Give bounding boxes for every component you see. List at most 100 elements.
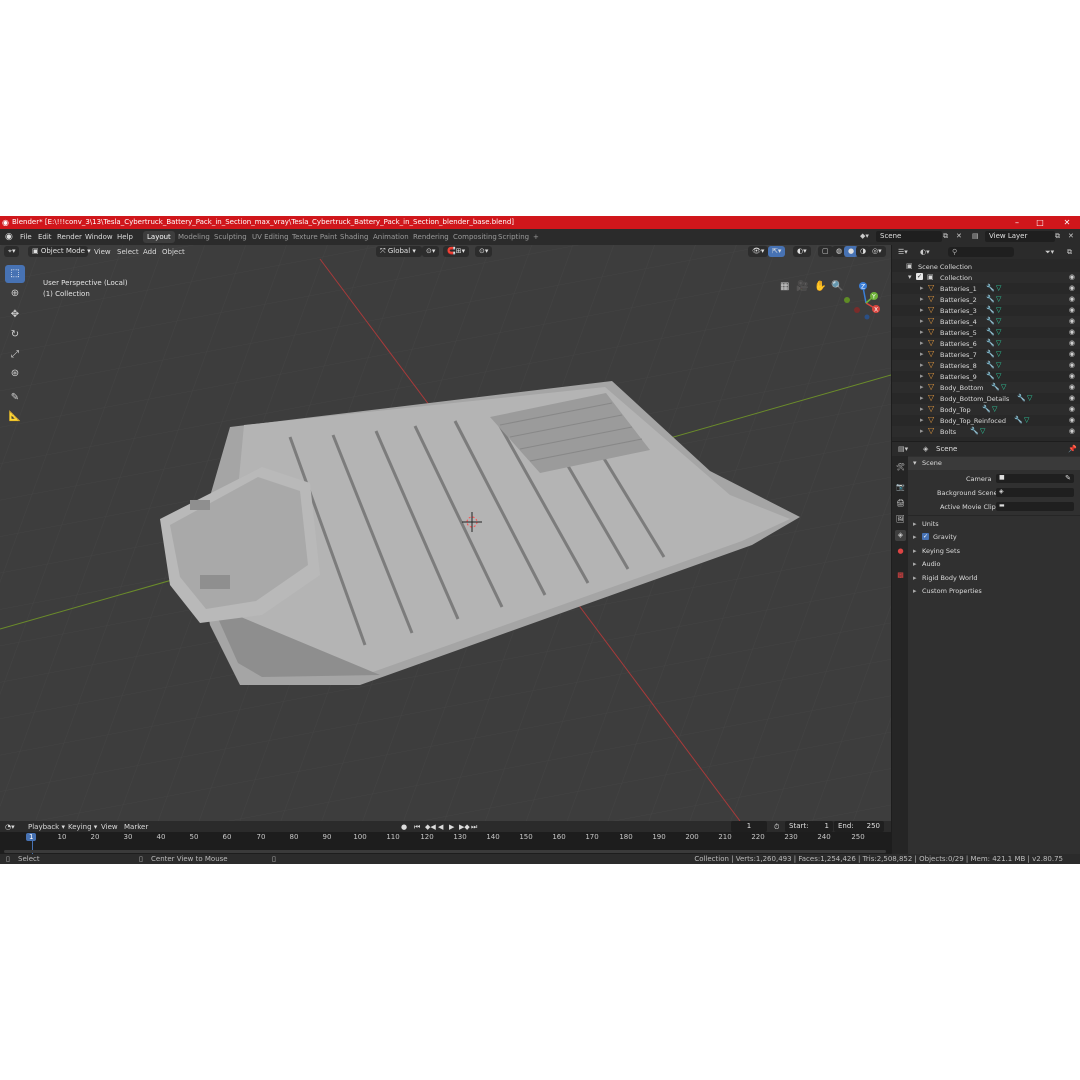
scene-panel-header[interactable]: ▾ Scene (908, 457, 1080, 470)
modifier-wrench-icon[interactable]: 🔧 (991, 383, 1000, 391)
visibility-icon[interactable]: 👁▾ (748, 246, 769, 257)
transform-icon[interactable]: ⊛ (5, 365, 25, 383)
prev-keyframe-icon[interactable]: ◆◀ (425, 823, 436, 831)
select-box-icon[interactable]: ⬚ (5, 265, 25, 283)
jump-start-icon[interactable]: ⏮ (414, 823, 420, 832)
eye-icon[interactable]: ◉ (1069, 383, 1075, 391)
modifier-wrench-icon[interactable]: 🔧 (970, 427, 979, 435)
close-button[interactable]: ✕ (1060, 217, 1074, 228)
object-mode-dropdown[interactable]: ▣ Object Mode ▾ (28, 246, 91, 257)
add-workspace-button[interactable]: + (529, 231, 543, 243)
mesh-data-icon[interactable]: ▽ (1024, 416, 1029, 424)
modifier-wrench-icon[interactable]: 🔧 (1014, 416, 1023, 424)
expand-arrow-icon[interactable]: ▸ (920, 284, 924, 292)
menu-render[interactable]: Render (57, 233, 82, 241)
tab-modeling[interactable]: Modeling (174, 231, 214, 243)
modifier-wrench-icon[interactable]: 🔧 (986, 372, 995, 380)
3d-viewport[interactable]: ⌖▾ ▣ Object Mode ▾ View Select Add Objec… (0, 245, 891, 821)
texture-tab-icon[interactable]: ▩ (895, 570, 906, 581)
tab-shading[interactable]: Shading (336, 231, 372, 243)
rendered-shading-icon[interactable]: ◎▾ (868, 246, 886, 257)
modifier-wrench-icon[interactable]: 🔧 (986, 339, 995, 347)
outliner-item-body-top[interactable]: ▸ ▽ Body_Top 🔧 ▽ ◉ (892, 404, 1080, 415)
outliner-item-batteries-3[interactable]: ▸ ▽ Batteries_3 🔧 ▽ ◉ (892, 305, 1080, 316)
gizmo-toggle-icon[interactable]: ⇱▾ (768, 246, 786, 257)
mesh-data-icon[interactable]: ▽ (980, 427, 985, 435)
expand-arrow-icon[interactable]: ▸ (920, 339, 924, 347)
outliner-scene-collection[interactable]: ▣ Scene Collection (892, 261, 1080, 272)
minimize-button[interactable]: – (1010, 217, 1024, 228)
mesh-data-icon[interactable]: ▽ (996, 350, 1001, 358)
expand-arrow-icon[interactable]: ▸ (920, 306, 924, 314)
jump-end-icon[interactable]: ⏭ (471, 823, 477, 832)
tab-uv-editing[interactable]: UV Editing (248, 231, 293, 243)
pivot-point-icon[interactable]: ⊙▾ (422, 246, 440, 257)
rigid-body-world-panel[interactable]: ▸ Rigid Body World (908, 572, 1080, 584)
outliner-item-batteries-1[interactable]: ▸ ▽ Batteries_1 🔧 ▽ ◉ (892, 283, 1080, 294)
gravity-checkbox[interactable]: ✓ (922, 533, 929, 540)
eye-icon[interactable]: ◉ (1069, 427, 1075, 435)
view-layer-field[interactable]: View Layer (985, 231, 1055, 242)
proportional-edit-icon[interactable]: ⊙▾ (475, 246, 493, 257)
rotate-icon[interactable]: ↻ (5, 326, 25, 344)
outliner-collection[interactable]: ▾ ✓ ▣ Collection ◉ (892, 272, 1080, 283)
maximize-button[interactable]: □ (1033, 217, 1047, 228)
expand-arrow-icon[interactable]: ▸ (920, 383, 924, 391)
transform-orientation-dropdown[interactable]: ⤧ Global ▾ (376, 246, 422, 257)
modifier-wrench-icon[interactable]: 🔧 (986, 306, 995, 314)
expand-arrow-icon[interactable]: ▸ (920, 295, 924, 303)
modifier-wrench-icon[interactable]: 🔧 (986, 295, 995, 303)
eye-icon[interactable]: ◉ (1069, 306, 1075, 314)
next-keyframe-icon[interactable]: ▶◆ (459, 823, 470, 831)
outliner-item-batteries-5[interactable]: ▸ ▽ Batteries_5 🔧 ▽ ◉ (892, 327, 1080, 338)
mesh-data-icon[interactable]: ▽ (996, 361, 1001, 369)
mesh-data-icon[interactable]: ▽ (1001, 383, 1006, 391)
menu-window[interactable]: Window (85, 233, 113, 241)
eye-icon[interactable]: ◉ (1069, 295, 1075, 303)
collection-checkbox[interactable]: ✓ (916, 273, 923, 280)
tab-scripting[interactable]: Scripting (494, 231, 533, 243)
eyedropper-icon[interactable]: ✎ (1065, 474, 1071, 482)
background-scene-field[interactable]: ◈ (996, 488, 1074, 497)
scene-tab-icon[interactable]: ◈ (895, 530, 906, 541)
keying-sets-panel[interactable]: ▸ Keying Sets (908, 545, 1080, 557)
outliner-item-body-bottom-details[interactable]: ▸ ▽ Body_Bottom_Details 🔧 ▽ ◉ (892, 393, 1080, 404)
tab-animation[interactable]: Animation (369, 231, 413, 243)
measure-icon[interactable]: 📐 (5, 408, 25, 426)
eye-icon[interactable]: ◉ (1069, 284, 1075, 292)
custom-properties-panel[interactable]: ▸ Custom Properties (908, 585, 1080, 597)
mesh-data-icon[interactable]: ▽ (1027, 394, 1032, 402)
modifier-wrench-icon[interactable]: 🔧 (986, 350, 995, 358)
grid-view-icon[interactable]: ▦ (780, 281, 789, 292)
properties-editor-type-icon[interactable]: ▤▾ (898, 445, 908, 453)
viewport-menu-view[interactable]: View (94, 248, 111, 256)
viewport-menu-add[interactable]: Add (143, 248, 157, 256)
tool-tab-icon[interactable]: 🛠 (895, 462, 906, 473)
timeline-menu-view[interactable]: View (101, 823, 118, 831)
tab-layout[interactable]: Layout (143, 231, 175, 243)
menu-edit[interactable]: Edit (38, 233, 52, 241)
camera-view-icon[interactable]: 🎥 (796, 281, 808, 292)
outliner-item-batteries-6[interactable]: ▸ ▽ Batteries_6 🔧 ▽ ◉ (892, 338, 1080, 349)
modifier-wrench-icon[interactable]: 🔧 (982, 405, 991, 413)
clock-icon[interactable]: ⏱ (774, 823, 779, 832)
delete-scene-icon[interactable]: ✕ (956, 232, 962, 240)
current-frame-field[interactable]: 1 (731, 821, 767, 832)
annotate-icon[interactable]: ✎ (5, 389, 25, 407)
eye-icon[interactable]: ◉ (1069, 405, 1075, 413)
mesh-data-icon[interactable]: ▽ (992, 405, 997, 413)
eye-icon[interactable]: ◉ (1069, 394, 1075, 402)
tab-texture-paint[interactable]: Texture Paint (288, 231, 341, 243)
mesh-data-icon[interactable]: ▽ (996, 372, 1001, 380)
eye-icon[interactable]: ◉ (1069, 361, 1075, 369)
output-tab-icon[interactable]: 🖨 (895, 498, 906, 509)
editor-type-icon[interactable]: ⌖▾ (4, 246, 20, 257)
filter-icon[interactable]: ⏷▾ (1045, 248, 1054, 257)
snap-icon[interactable]: 🧲⊞▾ (443, 246, 470, 257)
new-collection-icon[interactable]: ⧉ (1067, 248, 1072, 257)
play-icon[interactable]: ▶ (449, 823, 454, 831)
eye-icon[interactable]: ◉ (1069, 350, 1075, 358)
modifier-wrench-icon[interactable]: 🔧 (1017, 394, 1026, 402)
delete-view-layer-icon[interactable]: ✕ (1068, 232, 1074, 240)
display-mode-icon[interactable]: ◐▾ (920, 248, 930, 256)
